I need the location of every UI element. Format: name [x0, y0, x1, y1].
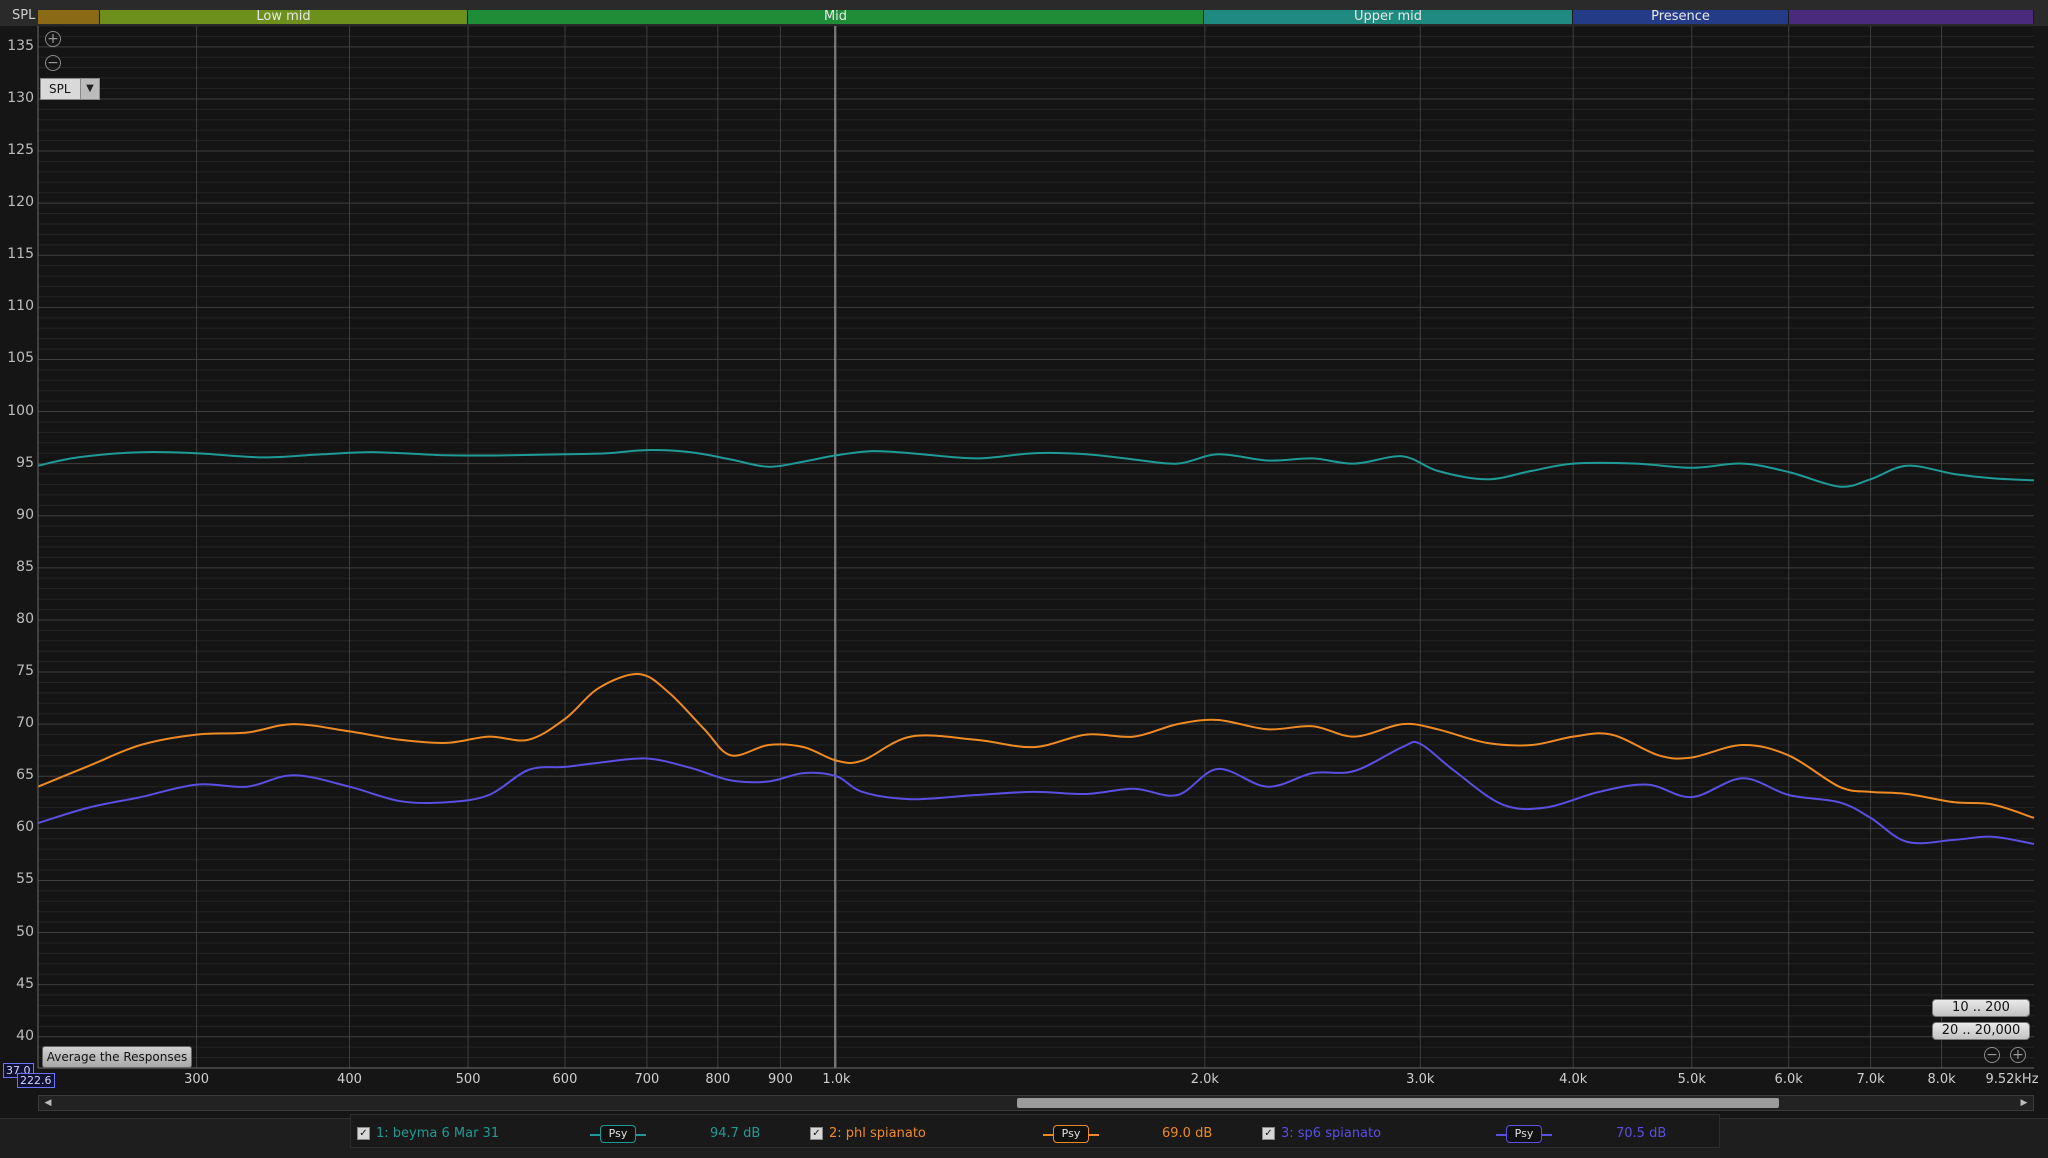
y-tick-label: 75 [16, 663, 34, 680]
x-tick-label: 7.0k [1856, 1072, 1885, 1087]
spl-select-value: SPL [49, 82, 71, 96]
legend-name-3[interactable]: 3: sp6 spianato [1281, 1126, 1381, 1141]
y-tick-label: 130 [7, 89, 34, 106]
x-tick-label: 3.0k [1406, 1072, 1435, 1087]
y-tick-label: 120 [7, 194, 34, 211]
zoom-out-icon[interactable]: − [45, 55, 61, 71]
range-button-20-20000[interactable]: 20 .. 20,000 [1932, 1022, 2030, 1040]
x-tick-label: 900 [768, 1072, 793, 1087]
horizontal-scrollbar[interactable]: ◀ ▶ [38, 1095, 2034, 1111]
scroll-right-icon[interactable]: ▶ [2017, 1097, 2031, 1109]
range-button-10-200[interactable]: 10 .. 200 [1932, 999, 2030, 1017]
grid-lines [38, 25, 2034, 1069]
y-tick-label: 40 [16, 1027, 34, 1044]
y-tick-label: 85 [16, 558, 34, 575]
y-tick-label: 80 [16, 610, 34, 627]
x-tick-label: 300 [184, 1072, 209, 1087]
legend-value-1: 94.7 dB [710, 1126, 761, 1141]
scroll-thumb[interactable] [1017, 1098, 1779, 1108]
y-tick-label: 105 [7, 350, 34, 367]
y-tick-label: 100 [7, 402, 34, 419]
y-tick-label: 115 [7, 246, 34, 263]
y-tick-label: 90 [16, 506, 34, 523]
y-tick-label: 65 [16, 767, 34, 784]
y-tick-label: 135 [7, 37, 34, 54]
legend-checkbox-3[interactable]: ✓ [1262, 1127, 1275, 1140]
spl-graph[interactable] [0, 0, 2048, 1157]
y-tick-label: 110 [7, 298, 34, 315]
x-tick-label: 5.0k [1677, 1072, 1706, 1087]
x-tick-label: 700 [634, 1072, 660, 1087]
legend-value-2: 69.0 dB [1162, 1126, 1213, 1141]
y-tick-label: 50 [16, 923, 34, 940]
x-tick-label: 2.0k [1190, 1072, 1219, 1087]
x-tick-label: 6.0k [1774, 1072, 1803, 1087]
x-tick-label: 600 [552, 1072, 578, 1087]
x-tick-label: 800 [705, 1072, 731, 1087]
spl-select[interactable]: SPL ▼ [40, 78, 100, 100]
legend-checkbox-2[interactable]: ✓ [810, 1127, 823, 1140]
x-tick-label: 9.52kHz [1985, 1072, 2039, 1087]
average-responses-button[interactable]: Average the Responses [42, 1046, 192, 1068]
x-tick-label: 4.0k [1559, 1072, 1588, 1087]
y-tick-label: 55 [16, 871, 34, 888]
legend-psy-2[interactable]: Psy [1053, 1125, 1089, 1143]
x-tick-label: 1.0k [822, 1072, 851, 1087]
x-tick-label: 500 [455, 1072, 481, 1087]
y-tick-label: 45 [16, 975, 34, 992]
zoom-in-x-icon[interactable]: + [2010, 1047, 2026, 1063]
legend-value-3: 70.5 dB [1616, 1126, 1667, 1141]
legend-checkbox-1[interactable]: ✓ [357, 1127, 370, 1140]
scroll-left-icon[interactable]: ◀ [41, 1097, 55, 1109]
y-tick-label: 70 [16, 715, 34, 732]
legend-psy-3[interactable]: Psy [1506, 1125, 1542, 1143]
y-tick-label: 95 [16, 454, 34, 471]
legend-psy-1[interactable]: Psy [600, 1125, 636, 1143]
zoom-in-icon[interactable]: + [45, 31, 61, 47]
y-tick-label: 125 [7, 142, 34, 159]
zoom-out-x-icon[interactable]: − [1984, 1047, 2000, 1063]
x-tick-label: 400 [337, 1072, 362, 1087]
cursor-x-readout: 222.6 [17, 1073, 55, 1088]
chevron-down-icon[interactable]: ▼ [80, 79, 99, 99]
x-tick-label: 8.0k [1927, 1072, 1956, 1087]
legend-name-1[interactable]: 1: beyma 6 Mar 31 [376, 1126, 499, 1141]
legend-name-2[interactable]: 2: phl spianato [829, 1126, 926, 1141]
y-tick-label: 60 [16, 819, 34, 836]
